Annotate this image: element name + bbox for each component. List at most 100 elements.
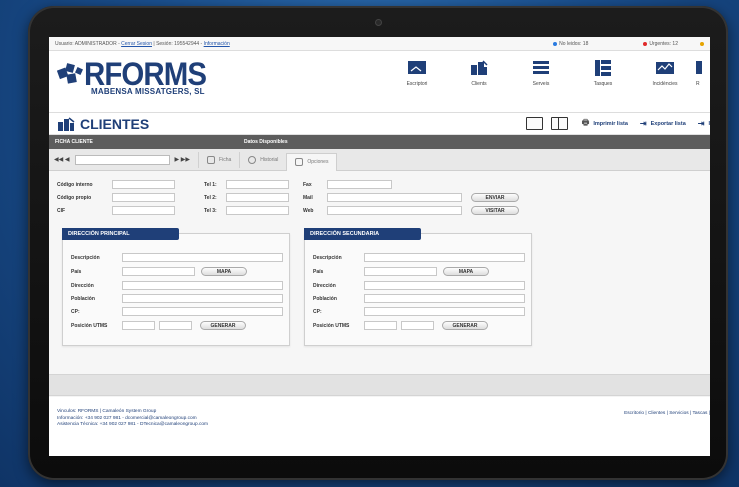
direccion-label: Dirección — [313, 283, 336, 289]
pais-label: País — [71, 269, 82, 275]
nav-clients[interactable]: Clients — [448, 59, 510, 87]
logo[interactable]: RFORMS MABENSA MISSATGERS, SL — [56, 58, 217, 96]
app-header: RFORMS MABENSA MISSATGERS, SL Escriptori… — [49, 51, 710, 113]
principal-pais-input[interactable] — [122, 267, 195, 276]
secondary-generar-button[interactable]: GENERAR — [442, 321, 488, 330]
secondary-descripcion-input[interactable] — [364, 253, 525, 262]
tel2-input[interactable] — [226, 193, 289, 202]
nav-escriptori[interactable]: Escriptori — [386, 59, 448, 87]
secondary-direccion-input[interactable] — [364, 281, 525, 290]
codigo-propio-label: Código propio — [57, 195, 92, 201]
title-bar: CLIENTES 🖶 Imprimir lista ⇥ Exportar lis… — [49, 113, 710, 135]
principal-cp-input[interactable] — [122, 307, 283, 316]
visitar-button[interactable]: VISITAR — [471, 206, 519, 215]
status-dot-icon — [700, 41, 704, 46]
nav-label: Incidències — [652, 81, 678, 87]
nav-label: Clients — [471, 81, 487, 87]
info-link[interactable]: Información — [204, 41, 230, 47]
export-icon: ⇥ — [639, 119, 647, 128]
desktop-icon — [407, 59, 427, 77]
logout-icon: ⇥ — [697, 119, 705, 128]
logo-mark-icon — [56, 62, 84, 86]
split-view-icon[interactable] — [550, 117, 568, 130]
principal-utm-x-input[interactable] — [122, 321, 155, 330]
poblacion-label: Población — [71, 296, 95, 302]
divider-band — [49, 374, 710, 396]
tablet-frame: Usuario: ADMINISTRADOR - Cerrar Sesion |… — [28, 6, 728, 480]
status-bar: Usuario: ADMINISTRADOR - Cerrar Sesion |… — [49, 37, 710, 51]
app-footer: Vinculos: RFORMS | Camaleón System Group… — [49, 397, 710, 456]
nav-tasques[interactable]: Tasques — [572, 59, 634, 87]
urgent-counter[interactable]: Urgentes: 12 — [643, 41, 678, 47]
tel1-label: Tel 1: — [204, 182, 217, 188]
record-toolbar: ◀◀ ◀ ▶ ▶▶ Ficha Historial Opciones — [49, 149, 710, 171]
codigo-propio-input[interactable] — [112, 193, 175, 202]
direccion-label: Dirección — [71, 283, 94, 289]
print-list-label: Imprimir lista — [593, 120, 628, 127]
enviar-button[interactable]: ENVIAR — [471, 193, 519, 202]
page-title: CLIENTES — [80, 115, 150, 132]
principal-mapa-button[interactable]: MAPA — [201, 267, 247, 276]
tel3-input[interactable] — [226, 206, 289, 215]
cif-label: CIF — [57, 208, 66, 214]
nav-incidencies[interactable]: Incidències — [634, 59, 696, 87]
tab-opciones[interactable]: Opciones — [286, 152, 338, 171]
principal-utm-y-input[interactable] — [159, 321, 192, 330]
secondary-mapa-button[interactable]: MAPA — [443, 267, 489, 276]
section-subtitle: Datos Disponibles — [244, 139, 288, 145]
secondary-utm-x-input[interactable] — [364, 321, 397, 330]
secondary-utm-y-input[interactable] — [401, 321, 434, 330]
codigo-interno-input[interactable] — [112, 180, 175, 189]
unread-dot-icon — [553, 41, 558, 46]
nav-label: Tasques — [593, 81, 613, 87]
utms-label: Posición UTMS — [71, 323, 108, 329]
tab-ficha[interactable]: Ficha — [198, 151, 239, 168]
web-input[interactable] — [327, 206, 462, 215]
nav-more[interactable]: R — [696, 59, 710, 87]
more-icon — [696, 59, 702, 77]
tel3-label: Tel 3: — [204, 208, 217, 214]
single-view-icon[interactable] — [525, 117, 543, 130]
urgent-dot-icon — [643, 41, 648, 46]
tab-historial-label: Historial — [260, 156, 279, 163]
extra-action-button[interactable]: ⇥ I — [698, 119, 710, 128]
descripcion-label: Descripción — [313, 255, 342, 261]
mail-input[interactable] — [327, 193, 462, 202]
history-icon — [248, 155, 257, 164]
utms-label: Posición UTMS — [313, 323, 350, 329]
export-list-label: Exportar lista — [650, 120, 686, 127]
principal-generar-button[interactable]: GENERAR — [200, 321, 246, 330]
list-icon — [531, 59, 551, 77]
nav-serveis[interactable]: Serveis — [510, 59, 572, 87]
principal-descripcion-input[interactable] — [122, 253, 283, 262]
prev-record-button[interactable]: ◀◀ ◀ — [54, 156, 70, 163]
unread-counter[interactable]: No leidos: 18 — [553, 41, 588, 47]
next-record-button[interactable]: ▶ ▶▶ — [175, 156, 191, 163]
document-icon — [207, 155, 216, 164]
client-form: Código interno Código propio CIF Tel 1: … — [49, 171, 710, 381]
options-icon — [295, 158, 304, 166]
principal-poblacion-input[interactable] — [122, 294, 283, 303]
print-list-button[interactable]: 🖶 Imprimir lista — [582, 117, 628, 131]
session-info: Usuario: ADMINISTRADOR - Cerrar Sesion |… — [55, 41, 553, 47]
cif-input[interactable] — [112, 206, 175, 215]
fax-input[interactable] — [327, 180, 392, 189]
poblacion-label: Población — [313, 296, 337, 302]
record-search-input[interactable] — [74, 154, 170, 165]
nav-label: Serveis — [532, 81, 550, 87]
export-list-button[interactable]: ⇥ Exportar lista — [640, 119, 686, 128]
unread-label: No leidos: 18 — [559, 40, 589, 47]
web-label: Web — [303, 208, 314, 214]
section-bar: FICHA CLIENTE Datos Disponibles — [49, 135, 710, 149]
secondary-poblacion-input[interactable] — [364, 294, 525, 303]
tab-historial[interactable]: Historial — [239, 151, 286, 168]
secondary-pais-input[interactable] — [364, 267, 437, 276]
footer-support-line: Asistencia Técnica: +34 902 027 981 - DT… — [57, 422, 209, 427]
principal-direccion-input[interactable] — [122, 281, 283, 290]
pais-label: País — [313, 269, 324, 275]
footer-nav-links[interactable]: Escritorio | Clientes | Servicios | Tasc… — [624, 411, 710, 416]
footer-info: Vinculos: RFORMS | Camaleón System Group… — [57, 409, 208, 429]
secondary-cp-input[interactable] — [364, 307, 525, 316]
close-session-link[interactable]: Cerrar Sesion — [121, 41, 152, 47]
tel1-input[interactable] — [226, 180, 289, 189]
